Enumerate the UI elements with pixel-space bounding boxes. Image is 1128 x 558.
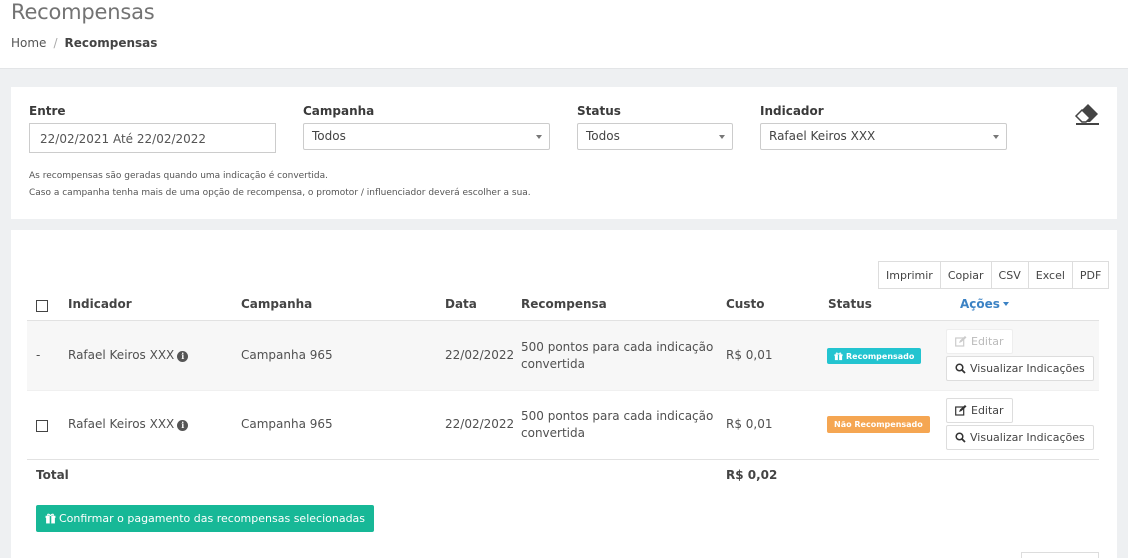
breadcrumb: Home / Recompensas <box>11 36 157 50</box>
rewards-table-card: Imprimir Copiar CSV Excel PDF Indicador … <box>11 230 1117 558</box>
view-referrals-label: Visualizar Indicações <box>970 431 1085 444</box>
view-referrals-button[interactable]: Visualizar Indicações <box>946 425 1094 450</box>
row-select-checkbox[interactable] <box>36 420 48 432</box>
row-indicador: Rafael Keiros XXX i <box>68 417 189 431</box>
row-indicador-name: Rafael Keiros XXX <box>68 417 175 431</box>
row-recompensa-line1: 500 pontos para cada indicação <box>521 340 714 354</box>
edit-button-label: Editar <box>971 404 1004 417</box>
total-value: R$ 0,02 <box>726 468 778 482</box>
date-range-label: Entre <box>29 104 66 118</box>
caret-down-icon <box>719 135 725 139</box>
column-header-indicador: Indicador <box>68 297 132 311</box>
hint-text-2: Caso a campanha tenha mais de uma opção … <box>29 188 531 198</box>
row-custo: R$ 0,01 <box>726 417 773 431</box>
column-header-recompensa: Recompensa <box>521 297 607 311</box>
status-label: Status <box>577 104 621 118</box>
edit-button-disabled: Editar <box>946 329 1013 354</box>
confirm-payment-button[interactable]: Confirmar o pagamento das recompensas se… <box>36 505 375 532</box>
edit-button-label: Editar <box>971 335 1004 348</box>
eraser-icon[interactable] <box>1074 102 1100 126</box>
campaign-select[interactable]: Todos <box>303 123 550 150</box>
referrer-select-value: Rafael Keiros XXX <box>769 129 876 143</box>
search-icon <box>955 432 966 443</box>
page-title: Recompensas <box>11 0 155 24</box>
pagination[interactable] <box>1021 552 1099 558</box>
row-custo: R$ 0,01 <box>726 348 773 362</box>
view-referrals-button[interactable]: Visualizar Indicações <box>946 356 1094 381</box>
breadcrumb-separator: / <box>53 36 58 50</box>
status-select-value: Todos <box>586 129 620 143</box>
row-indicador: Rafael Keiros XXX i <box>68 348 189 362</box>
caret-down-icon <box>993 135 999 139</box>
view-referrals-label: Visualizar Indicações <box>970 362 1085 375</box>
status-badge: Recompensado <box>827 348 922 364</box>
status-badge-label: Não Recompensado <box>834 420 923 429</box>
select-all-checkbox[interactable] <box>36 300 48 312</box>
caret-down-icon <box>536 135 542 139</box>
search-icon <box>955 363 966 374</box>
export-button-group: Imprimir Copiar CSV Excel PDF <box>878 261 1110 289</box>
row-divider <box>27 390 1099 391</box>
column-header-status: Status <box>828 297 872 311</box>
date-range-input[interactable]: 22/02/2021 Até 22/02/2022 <box>29 123 276 153</box>
breadcrumb-current: Recompensas <box>64 36 158 50</box>
page-header: Recompensas Home / Recompensas <box>0 0 1128 69</box>
total-label: Total <box>36 468 69 482</box>
gift-icon <box>834 352 843 360</box>
gift-icon <box>45 513 56 524</box>
filter-card: Entre 22/02/2021 Até 22/02/2022 Campanha… <box>11 87 1117 219</box>
campaign-label: Campanha <box>303 104 375 118</box>
print-button[interactable]: Imprimir <box>878 261 941 289</box>
breadcrumb-home[interactable]: Home <box>11 36 46 50</box>
referrer-label: Indicador <box>760 104 824 118</box>
row-select-placeholder: - <box>36 348 41 362</box>
copy-button[interactable]: Copiar <box>939 261 992 289</box>
actions-dropdown[interactable]: Ações <box>960 297 1009 311</box>
row-recompensa-line2: convertida <box>521 357 585 371</box>
row-data: 22/02/2022 <box>445 417 515 431</box>
actions-dropdown-label: Ações <box>960 297 1000 311</box>
row-recompensa-line1: 500 pontos para cada indicação <box>521 409 714 423</box>
confirm-payment-label: Confirmar o pagamento das recompensas se… <box>59 512 366 525</box>
edit-icon <box>955 336 967 347</box>
row-indicador-name: Rafael Keiros XXX <box>68 348 175 362</box>
column-header-campanha: Campanha <box>241 297 313 311</box>
row-campanha: Campanha 965 <box>241 417 333 431</box>
row-campanha: Campanha 965 <box>241 348 333 362</box>
hint-text-1: As recompensas são geradas quando uma in… <box>29 171 329 181</box>
referrer-select[interactable]: Rafael Keiros XXX <box>760 123 1007 150</box>
caret-down-icon <box>1002 302 1009 306</box>
edit-icon <box>955 405 967 416</box>
campaign-select-value: Todos <box>312 129 346 143</box>
status-badge: Não Recompensado <box>827 416 930 433</box>
total-divider <box>27 459 1099 460</box>
pdf-button[interactable]: PDF <box>1071 261 1110 289</box>
row-recompensa-line2: convertida <box>521 426 585 440</box>
excel-button[interactable]: Excel <box>1027 261 1073 289</box>
info-icon[interactable]: i <box>177 351 189 362</box>
csv-button[interactable]: CSV <box>990 261 1029 289</box>
edit-button[interactable]: Editar <box>946 398 1013 423</box>
status-select[interactable]: Todos <box>577 123 733 150</box>
column-header-data: Data <box>445 297 477 311</box>
info-icon[interactable]: i <box>177 420 189 431</box>
column-header-custo: Custo <box>726 297 765 311</box>
row-data: 22/02/2022 <box>445 348 515 362</box>
status-badge-label: Recompensado <box>846 351 915 361</box>
